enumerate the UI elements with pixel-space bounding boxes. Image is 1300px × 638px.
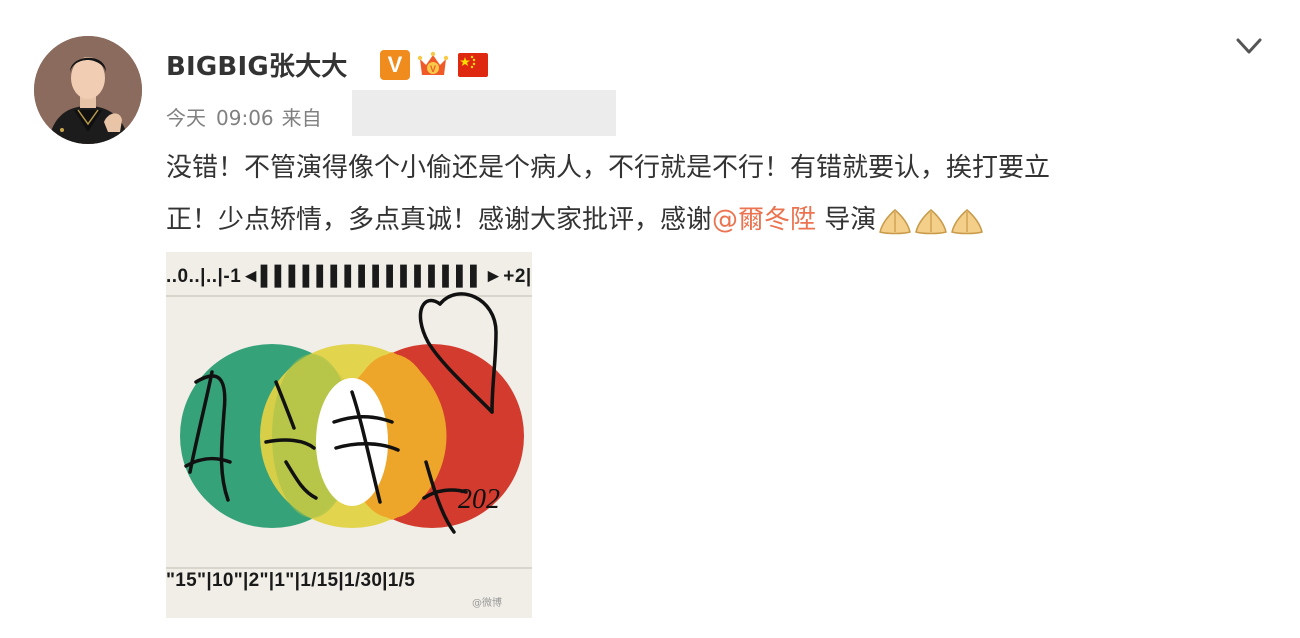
post-time[interactable]: 09:06 [216, 106, 274, 130]
post-source-prefix: 来自 [281, 106, 322, 130]
crown-member-icon[interactable]: V [416, 49, 450, 81]
prayer-hands-emoji-icon [951, 208, 984, 234]
post-text-line-2-start: 正！少点矫情，多点真诚！感谢大家批评，感谢 [166, 205, 713, 235]
weibo-post: BIGBIG张大大 V V 今天 09:06 来自 没错！不管演得像个小偷还是个病人… [0, 0, 1300, 638]
china-flag-icon [458, 53, 488, 77]
prayer-hands-emoji-icon [915, 208, 948, 234]
photo-scale-bottom: "15"|10"|2"|1"|1/15|1/30|1/5 [166, 570, 416, 591]
post-image[interactable]: 202 ..0..|..|-1◄▌▌▌▌▌▌▌▌▌▌▌▌▌▌▌▌►+2|..|.… [166, 252, 532, 618]
svg-text:V: V [430, 64, 436, 74]
mention-link[interactable]: @爾冬陞 [712, 205, 816, 235]
post-text-line-1: 没错！不管演得像个小偷还是个病人，不行就是不行！有错就要认，挨打要立 [166, 153, 1051, 183]
post-text-line-2-end: 导演 [816, 205, 877, 235]
prayer-hands-emoji-icon [879, 208, 912, 234]
photo-watermark: @微博 [472, 598, 502, 609]
post-text-line-2: 正！少点矫情，多点真诚！感谢大家批评，感谢@爾冬陞 导演 [166, 194, 1226, 246]
source-redacted-block [352, 90, 616, 136]
author-badges: V V [380, 48, 490, 82]
post-meta: 今天 09:06 来自 [166, 102, 322, 131]
photo-scale-top: ..0..|..|-1◄▌▌▌▌▌▌▌▌▌▌▌▌▌▌▌▌►+2|..|.. [166, 266, 532, 287]
avatar[interactable] [34, 36, 142, 144]
author-name[interactable]: BIGBIG张大大 [166, 46, 347, 83]
verified-v-icon[interactable]: V [380, 50, 410, 80]
post-text: 没错！不管演得像个小偷还是个病人，不行就是不行！有错就要认，挨打要立 正！少点矫… [166, 142, 1226, 246]
post-day: 今天 [166, 106, 206, 130]
svg-text:202: 202 [458, 484, 500, 515]
chevron-down-icon[interactable] [1232, 36, 1266, 58]
